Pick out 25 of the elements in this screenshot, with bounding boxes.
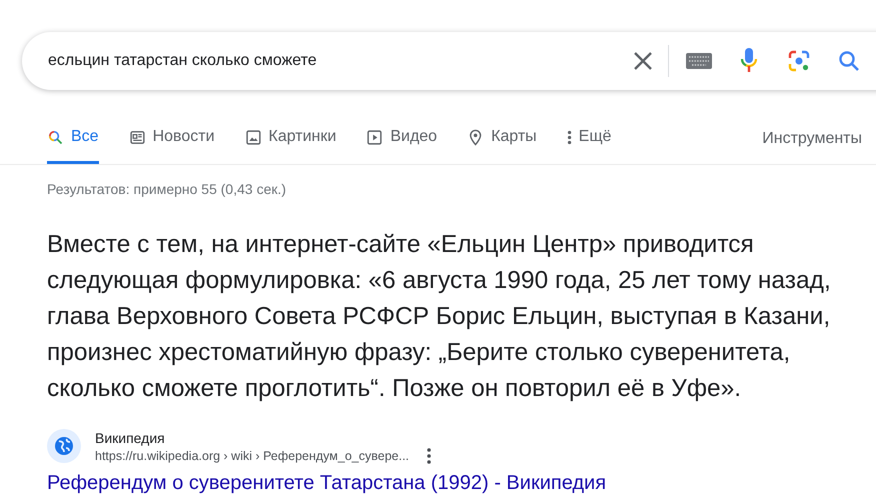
result-stats: Результатов: примерно 55 (0,43 сек.) (46, 180, 288, 197)
camera-icon[interactable] (787, 49, 811, 73)
result-title-link[interactable]: Референдум о суверенитете Татарстана (1992) - Википедия (47, 473, 876, 493)
search-icon[interactable] (837, 49, 861, 73)
featured-snippet: Вместе с тем, на интернет-сайте «Ельцин Центр» приводится следующая формулировка: «6 августа 1990 года, 25 лет тому назад, глава Верховного Совета РСФСР Борис Ельцин, выступая в Казани, произнес хрестоматийную фразу: „Берите столько суверенитета, сколько сможете проглотить“. Позже он повторил её в Уфе». (47, 230, 832, 404)
source-url: https://ru.wikipedia.org › wiki › Референдум_о_сувере... (95, 449, 410, 463)
more-icon (566, 130, 572, 144)
newspaper-icon (128, 128, 146, 146)
microphone-icon[interactable] (740, 47, 758, 75)
search-tab[interactable]: Все (47, 116, 99, 164)
search-tab[interactable]: Ещё (566, 116, 612, 164)
source-name: Википедия (95, 429, 166, 448)
search-tab[interactable]: Картинки (244, 116, 336, 164)
play-icon (366, 128, 384, 146)
search-tab[interactable]: Карты (467, 116, 537, 164)
more-options-icon[interactable] (427, 448, 432, 464)
search-icon (47, 128, 64, 146)
keyboard-icon[interactable] (686, 53, 712, 69)
search-tab[interactable]: Новости (128, 116, 215, 164)
search-tab[interactable]: Видео (366, 116, 438, 164)
search-field[interactable]: есльцин татарстан сколько сможете (48, 52, 623, 70)
image-icon (244, 128, 262, 146)
close-icon[interactable] (633, 51, 653, 71)
tools-link[interactable]: Инструменты (762, 116, 862, 164)
globe-icon (47, 429, 81, 463)
